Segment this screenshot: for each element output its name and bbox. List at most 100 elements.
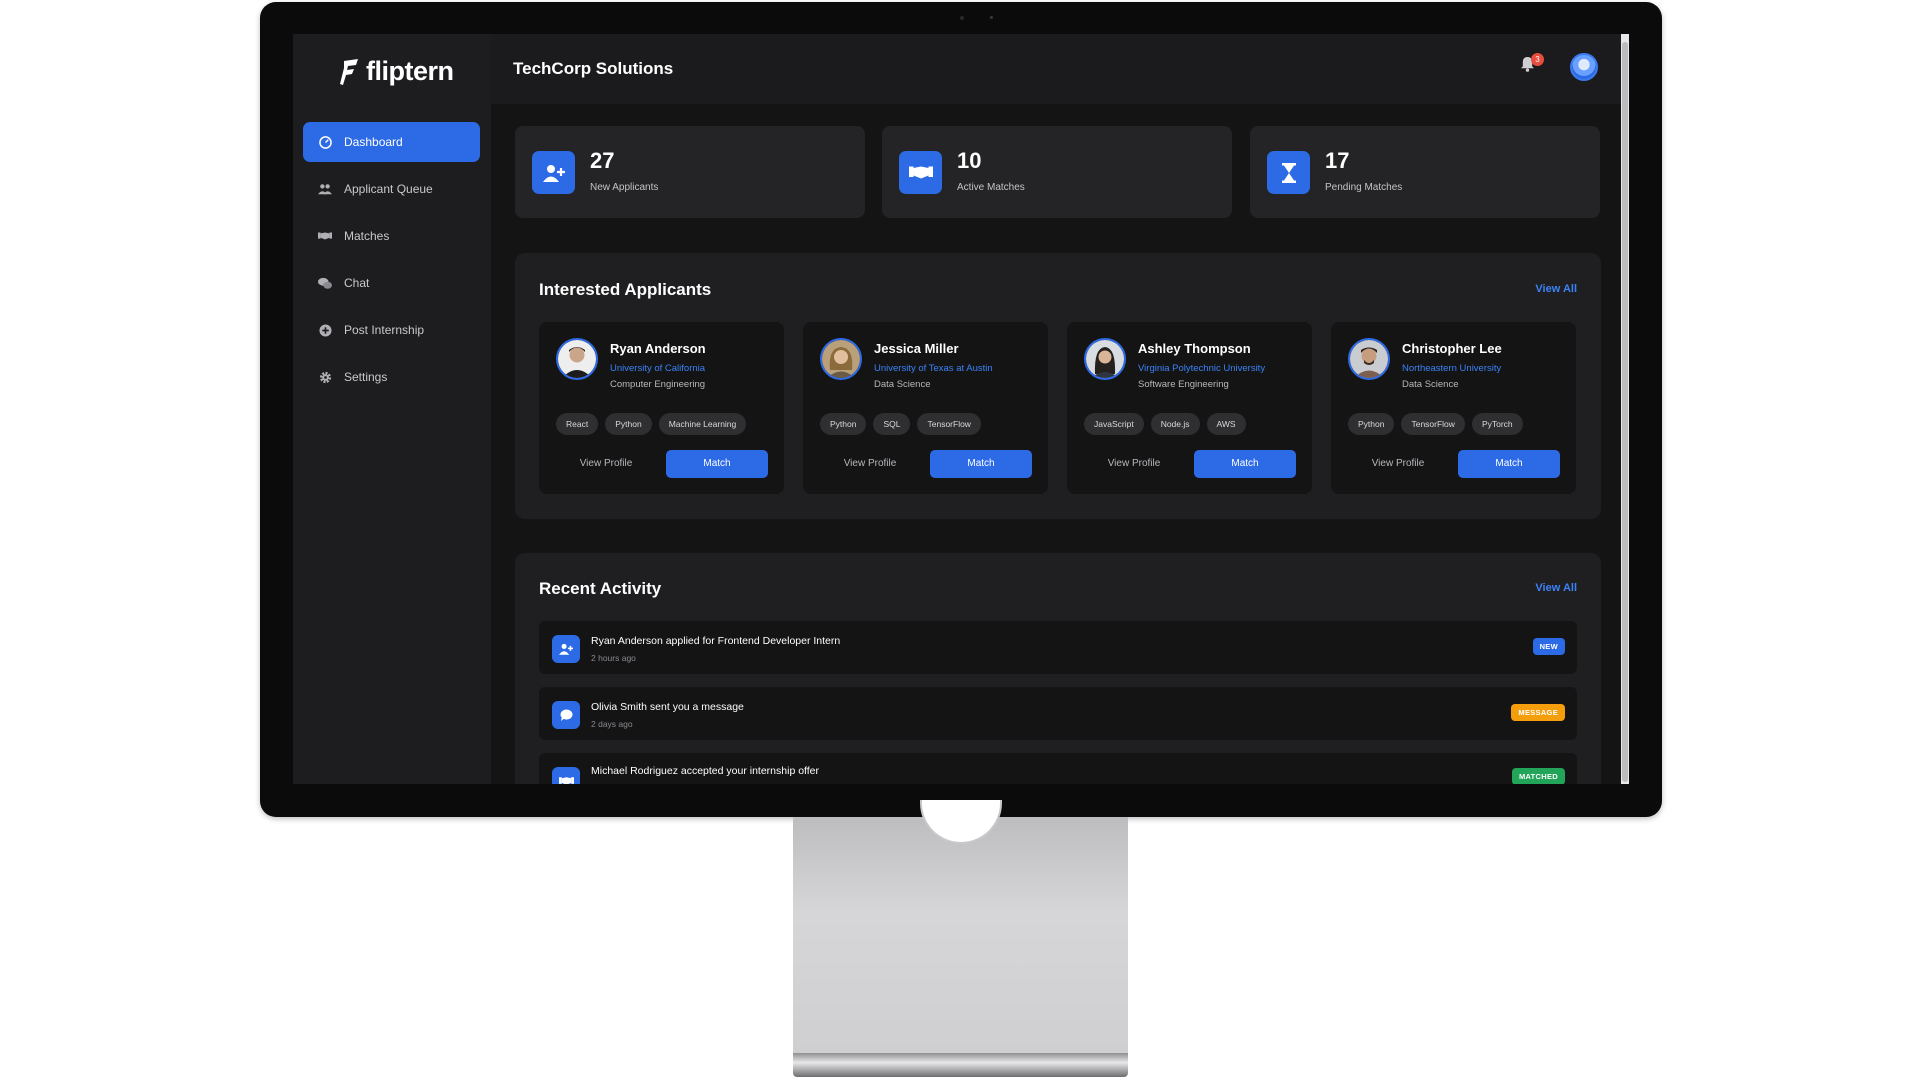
applicant-name: Ryan Anderson — [610, 341, 706, 356]
view-profile-button[interactable]: View Profile — [556, 450, 656, 478]
match-button[interactable]: Match — [930, 450, 1032, 478]
sidebar-item-matches[interactable]: Matches — [303, 216, 480, 256]
section-title: Recent Activity — [539, 579, 662, 598]
status-badge: MATCHED — [1511, 768, 1565, 784]
applicant-card[interactable]: Christopher Lee Northeastern University … — [1331, 322, 1576, 494]
app-logo[interactable]: fliptern — [338, 56, 454, 87]
skill-tag: Python — [605, 413, 652, 435]
activity-time: 2 hours ago — [591, 653, 636, 663]
skill-tag: PyTorch — [1471, 413, 1523, 435]
applicant-university: Virginia Polytechnic University — [1138, 363, 1266, 374]
skill-tags: Python SQL TensorFlow — [820, 413, 981, 435]
camera-dot — [960, 16, 964, 20]
applicant-university: University of California — [610, 363, 706, 374]
users-icon — [318, 182, 332, 196]
status-badge: NEW — [1532, 638, 1565, 655]
applicant-name: Jessica Miller — [874, 341, 959, 356]
sidebar-nav: Dashboard Applicant Queue Matches Chat P… — [303, 122, 480, 404]
sidebar-item-chat[interactable]: Chat — [303, 263, 480, 303]
plus-circle-icon — [318, 323, 332, 337]
dashboard-icon — [318, 135, 332, 149]
notification-count-badge: 3 — [1531, 53, 1544, 66]
scrollbar-thumb[interactable] — [1622, 42, 1628, 782]
skill-tags: Python TensorFlow PyTorch — [1348, 413, 1523, 435]
applicant-card[interactable]: Ashley Thompson Virginia Polytechnic Uni… — [1067, 322, 1312, 494]
avatar — [820, 338, 862, 380]
sidebar-item-post-internship[interactable]: Post Internship — [303, 310, 480, 350]
sidebar-item-settings[interactable]: Settings — [303, 357, 480, 397]
activity-text: Olivia Smith sent you a message — [591, 701, 744, 713]
stat-label: Pending Matches — [1325, 182, 1403, 193]
stat-card-new-applicants[interactable]: 27 New Applicants — [515, 126, 865, 218]
top-bar: TechCorp Solutions 3 — [491, 34, 1629, 104]
skill-tag: AWS — [1206, 413, 1246, 435]
sidebar-item-applicant-queue[interactable]: Applicant Queue — [303, 169, 480, 209]
logo-text: fliptern — [366, 56, 454, 86]
sidebar: fliptern Dashboard Applicant Queue Match… — [293, 34, 491, 784]
view-profile-button[interactable]: View Profile — [1084, 450, 1184, 478]
recent-activity-panel: Recent Activity View All Ryan Anderson a… — [515, 553, 1601, 784]
skill-tags: React Python Machine Learning — [556, 413, 747, 435]
stat-card-pending-matches[interactable]: 17 Pending Matches — [1250, 126, 1600, 218]
skill-tag: Python — [1348, 413, 1395, 435]
activity-time: 2 days ago — [591, 719, 633, 729]
stat-label: Active Matches — [957, 182, 1025, 193]
applicant-university: Northeastern University — [1402, 363, 1502, 374]
hourglass-icon — [1267, 151, 1310, 194]
stat-value: 17 — [1325, 148, 1350, 173]
applicant-major: Software Engineering — [1138, 379, 1229, 390]
stat-label: New Applicants — [590, 182, 659, 193]
view-all-activity-link[interactable]: View All — [1535, 582, 1577, 594]
applicant-major: Data Science — [1402, 379, 1459, 390]
match-button[interactable]: Match — [666, 450, 768, 478]
applicant-major: Computer Engineering — [610, 379, 706, 390]
skill-tag: Machine Learning — [658, 413, 747, 435]
sidebar-item-label: Settings — [344, 370, 388, 384]
activity-item[interactable]: Ryan Anderson applied for Frontend Devel… — [539, 621, 1577, 674]
skill-tag: SQL — [873, 413, 911, 435]
activity-text: Ryan Anderson applied for Frontend Devel… — [591, 635, 841, 647]
gear-icon — [318, 370, 332, 384]
chat-bubble-icon — [552, 701, 580, 729]
activity-item[interactable]: Michael Rodriguez accepted your internsh… — [539, 753, 1577, 784]
sidebar-item-label: Post Internship — [344, 323, 425, 337]
match-button[interactable]: Match — [1194, 450, 1296, 478]
avatar — [1084, 338, 1126, 380]
applicant-major: Data Science — [874, 379, 931, 390]
activity-item[interactable]: Olivia Smith sent you a message 2 days a… — [539, 687, 1577, 740]
view-profile-button[interactable]: View Profile — [1348, 450, 1448, 478]
applicant-card[interactable]: Ryan Anderson University of California C… — [539, 322, 784, 494]
skill-tags: JavaScript Node.js AWS — [1084, 413, 1246, 435]
view-all-applicants-link[interactable]: View All — [1535, 283, 1577, 295]
avatar — [1348, 338, 1390, 380]
monitor-stand — [793, 817, 1128, 1053]
skill-tag: React — [556, 413, 599, 435]
interested-applicants-panel: Interested Applicants View All Ryan Ande… — [515, 253, 1601, 519]
handshake-icon — [318, 229, 332, 243]
applicant-university: University of Texas at Austin — [874, 363, 993, 374]
stat-card-active-matches[interactable]: 10 Active Matches — [882, 126, 1232, 218]
section-title: Interested Applicants — [539, 280, 712, 299]
company-name: TechCorp Solutions — [513, 59, 674, 78]
sensor-dot — [990, 16, 993, 19]
app-screen: fliptern Dashboard Applicant Queue Match… — [293, 34, 1629, 784]
sidebar-item-dashboard[interactable]: Dashboard — [303, 122, 480, 162]
skill-tag: TensorFlow — [1401, 413, 1465, 435]
match-button[interactable]: Match — [1458, 450, 1560, 478]
stat-value: 10 — [957, 148, 982, 173]
skill-tag: TensorFlow — [917, 413, 981, 435]
handshake-icon — [899, 151, 942, 194]
applicant-name: Ashley Thompson — [1138, 341, 1251, 356]
user-plus-icon — [532, 151, 575, 194]
view-profile-button[interactable]: View Profile — [820, 450, 920, 478]
handshake-icon — [552, 767, 580, 784]
status-badge: MESSAGE — [1511, 704, 1565, 721]
stat-value: 27 — [590, 148, 615, 173]
user-avatar[interactable] — [1570, 53, 1598, 81]
skill-tag: Node.js — [1150, 413, 1200, 435]
sidebar-item-label: Applicant Queue — [344, 182, 433, 196]
chat-icon — [318, 276, 332, 290]
user-plus-icon — [552, 635, 580, 663]
sidebar-item-label: Matches — [344, 229, 390, 243]
applicant-card[interactable]: Jessica Miller University of Texas at Au… — [803, 322, 1048, 494]
